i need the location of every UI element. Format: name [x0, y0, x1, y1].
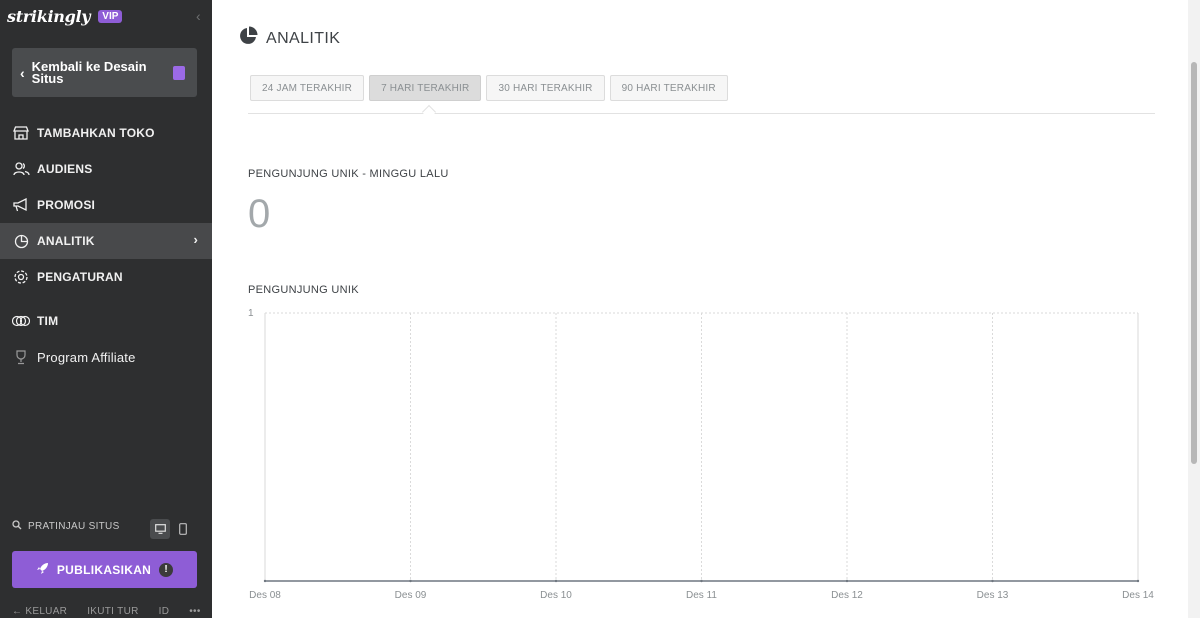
chevron-right-icon: › [193, 232, 198, 247]
scrollbar-thumb[interactable] [1191, 62, 1197, 464]
mobile-preview-button[interactable] [173, 519, 193, 539]
x-tick-label: Des 08 [249, 590, 281, 601]
brand-logo: strikingly [7, 7, 91, 26]
gear-icon [12, 268, 30, 286]
tab-7-days[interactable]: 7 HARI TERAKHIR [369, 75, 482, 101]
date-range-tabs: 24 JAM TERAKHIR 7 HARI TERAKHIR 30 HARI … [250, 75, 728, 101]
chevron-left-icon: ‹ [20, 64, 25, 81]
trophy-icon [12, 348, 30, 366]
sidebar-item-label: AUDIENS [37, 162, 93, 176]
search-icon [12, 520, 22, 533]
mobile-icon [179, 523, 187, 535]
kpi-label: PENGUNJUNG UNIK - MINGGU LALU [248, 168, 449, 180]
x-tick-label: Des 12 [831, 590, 863, 601]
publish-button[interactable]: PUBLIKASIKAN ! [12, 551, 197, 588]
brand[interactable]: strikingly VIP [7, 7, 123, 26]
sidebar-item-promotion[interactable]: PROMOSI [0, 187, 212, 223]
publish-label: PUBLIKASIKAN [56, 562, 152, 577]
sidebar-item-store[interactable]: TAMBAHKAN TOKO [0, 115, 212, 151]
data-point [1136, 579, 1140, 583]
sidebar-item-label: TAMBAHKAN TOKO [37, 126, 155, 140]
pie-chart-icon [12, 232, 30, 250]
tab-24-hours[interactable]: 24 JAM TERAKHIR [250, 75, 365, 101]
logout-link[interactable]: ← KELUAR [12, 606, 67, 617]
desktop-icon [154, 524, 166, 534]
sidebar-item-label: ANALITIK [37, 234, 95, 248]
store-icon [12, 124, 30, 142]
megaphone-icon [12, 196, 30, 214]
x-tick-label: Des 11 [686, 590, 717, 601]
data-point [991, 579, 994, 583]
pie-chart-icon [238, 26, 258, 51]
x-tick-label: Des 13 [977, 590, 1009, 601]
team-icon [12, 312, 30, 330]
sidebar-item-analytics[interactable]: ANALITIK › [0, 223, 212, 259]
scrollbar[interactable] [1188, 0, 1200, 618]
main-content: ANALITIK 24 JAM TERAKHIR 7 HARI TERAKHIR… [212, 0, 1188, 618]
preview-label: PRATINJAU SITUS [28, 521, 120, 532]
site-document-icon [173, 66, 185, 80]
data-point [845, 579, 849, 583]
device-toggle [150, 519, 193, 539]
collapse-sidebar-icon[interactable]: ‹ [196, 8, 201, 24]
tab-30-days[interactable]: 30 HARI TERAKHIR [486, 75, 605, 101]
back-to-design-button[interactable]: ‹ Kembali ke Desain Situs [12, 48, 197, 97]
x-tick-label: Des 09 [395, 590, 427, 601]
page-title: ANALITIK [238, 26, 340, 51]
chart-label: PENGUNJUNG UNIK [248, 284, 359, 296]
sidebar-footer: ← KELUAR IKUTI TUR ID ••• [12, 606, 201, 617]
vip-badge: VIP [98, 10, 123, 23]
users-icon [12, 160, 30, 178]
take-tour-link[interactable]: IKUTI TUR [87, 606, 138, 617]
sidebar: strikingly VIP ‹ ‹ Kembali ke Desain Sit… [0, 0, 212, 618]
unique-visitors-chart: 1 Des 08 Des 09 Des 10 Des 11 Des 12 Des 13 Des… [248, 308, 1154, 601]
data-point [700, 579, 703, 583]
tab-90-days[interactable]: 90 HARI TERAKHIR [609, 75, 728, 101]
sidebar-nav: TAMBAHKAN TOKO AUDIENS PROMOSI ANALITIK … [0, 115, 212, 375]
x-tick-label: Des 10 [540, 590, 572, 601]
y-tick-label: 1 [248, 308, 254, 319]
active-tab-caret [421, 104, 437, 120]
language-link[interactable]: ID [159, 606, 170, 617]
data-point [263, 579, 267, 583]
kpi-value: 0 [248, 192, 271, 236]
tab-divider [248, 113, 1155, 114]
sidebar-item-label: PROMOSI [37, 198, 96, 212]
sidebar-item-settings[interactable]: PENGATURAN [0, 259, 212, 295]
x-tick-label: Des 14 [1122, 590, 1154, 601]
more-menu-button[interactable]: ••• [189, 606, 200, 617]
sidebar-item-label: PENGATURAN [37, 270, 123, 284]
rocket-icon [36, 562, 49, 578]
data-point [409, 579, 412, 583]
sidebar-item-team[interactable]: TIM [0, 303, 212, 339]
sidebar-item-label: Program Affiliate [37, 349, 136, 365]
page-title-text: ANALITIK [266, 29, 341, 47]
warning-icon: ! [159, 562, 174, 577]
desktop-preview-button[interactable] [150, 519, 170, 539]
back-to-design-label: Kembali ke Desain Situs [31, 58, 147, 86]
data-point [554, 579, 558, 583]
sidebar-item-label: TIM [37, 314, 59, 328]
sidebar-item-affiliate[interactable]: Program Affiliate [0, 339, 212, 375]
sidebar-item-audience[interactable]: AUDIENS [0, 151, 212, 187]
